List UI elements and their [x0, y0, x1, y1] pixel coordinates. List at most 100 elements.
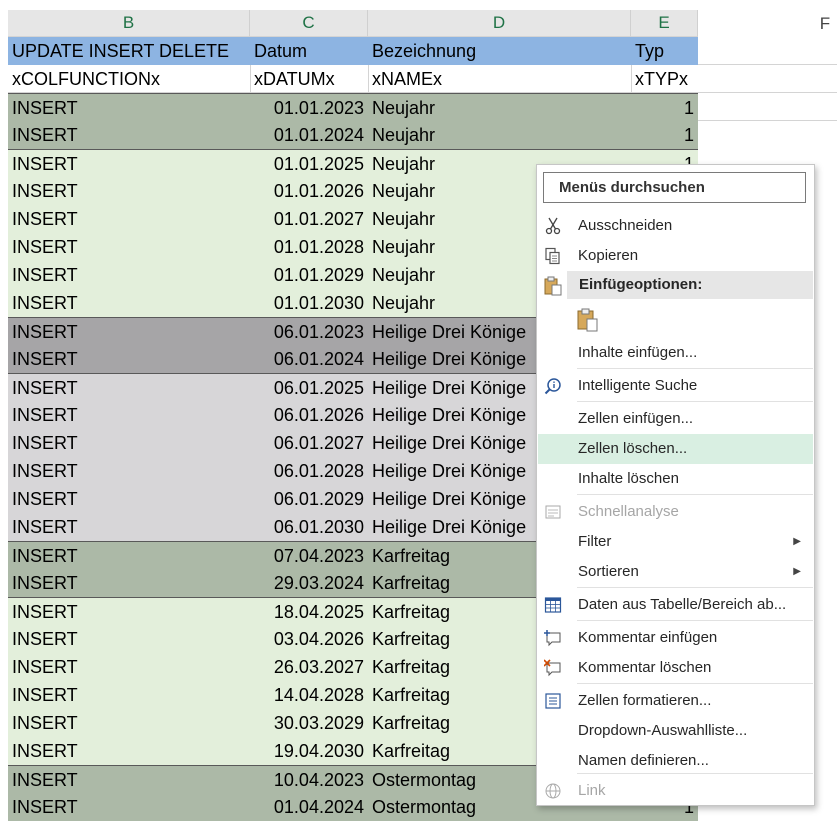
- cell-date[interactable]: 06.01.2025: [250, 374, 368, 402]
- cell-date[interactable]: 18.04.2025: [250, 598, 368, 626]
- table-row[interactable]: INSERT 01.01.2024 Neujahr 1: [8, 121, 698, 149]
- menu-item-cut[interactable]: Ausschneiden: [538, 211, 813, 241]
- menu-item-delete-comment[interactable]: Kommentar löschen: [538, 653, 813, 683]
- placeholder-cell-c[interactable]: xDATUMx: [250, 65, 368, 93]
- cell-type[interactable]: 1: [631, 94, 698, 122]
- menu-item-sort[interactable]: Sortieren ▶: [538, 557, 813, 587]
- cell-operation[interactable]: INSERT: [8, 289, 250, 317]
- menu-item-dropdown-list[interactable]: Dropdown-Auswahlliste...: [538, 716, 813, 746]
- menu-item-format-cells[interactable]: Zellen formatieren...: [538, 686, 813, 716]
- cell-date[interactable]: 01.01.2028: [250, 233, 368, 261]
- cell-date[interactable]: 06.01.2028: [250, 457, 368, 485]
- cell-type[interactable]: 1: [631, 121, 698, 149]
- cell-operation[interactable]: INSERT: [8, 653, 250, 681]
- menu-item-get-data[interactable]: Daten aus Tabelle/Bereich ab...: [538, 590, 813, 620]
- cell-operation[interactable]: INSERT: [8, 793, 250, 821]
- header-cell-d[interactable]: Bezeichnung: [368, 37, 631, 65]
- placeholder-row[interactable]: xCOLFUNCTIONx xDATUMx xNAMEx xTYPx: [8, 65, 698, 93]
- placeholder-cell-d[interactable]: xNAMEx: [368, 65, 631, 93]
- cell-date[interactable]: 26.03.2027: [250, 653, 368, 681]
- table-row[interactable]: INSERT 01.01.2023 Neujahr 1: [8, 93, 698, 121]
- cell-date[interactable]: 01.01.2027: [250, 205, 368, 233]
- cell-date[interactable]: 01.01.2029: [250, 261, 368, 289]
- column-header-d[interactable]: D: [368, 10, 631, 37]
- scissors-icon: [545, 217, 561, 235]
- placeholder-cell-e[interactable]: xTYPx: [631, 65, 698, 93]
- column-header-e[interactable]: E: [631, 10, 698, 37]
- cell-date[interactable]: 06.01.2027: [250, 429, 368, 457]
- cell-date[interactable]: 01.04.2024: [250, 793, 368, 821]
- menu-item-insert-comment[interactable]: Kommentar einfügen: [538, 623, 813, 653]
- cell-operation[interactable]: INSERT: [8, 177, 250, 205]
- cell-operation[interactable]: INSERT: [8, 318, 250, 346]
- column-header-c[interactable]: C: [250, 10, 368, 37]
- cell-operation[interactable]: INSERT: [8, 94, 250, 122]
- cell-date[interactable]: 07.04.2023: [250, 542, 368, 570]
- cell-date[interactable]: 01.01.2024: [250, 121, 368, 149]
- cell-date[interactable]: 03.04.2026: [250, 625, 368, 653]
- header-row[interactable]: UPDATE INSERT DELETE Datum Bezeichnung T…: [8, 37, 698, 65]
- cell-operation[interactable]: INSERT: [8, 429, 250, 457]
- cell-operation[interactable]: INSERT: [8, 121, 250, 149]
- menu-item-smart-lookup[interactable]: Intelligente Suche: [538, 371, 813, 401]
- menu-label-filter: Filter: [578, 533, 612, 550]
- header-cell-b[interactable]: UPDATE INSERT DELETE: [8, 37, 250, 65]
- placeholder-cell-b[interactable]: xCOLFUNCTIONx: [8, 65, 250, 93]
- cell-name[interactable]: Neujahr: [368, 94, 631, 122]
- cell-operation[interactable]: INSERT: [8, 737, 250, 765]
- cell-operation[interactable]: INSERT: [8, 569, 250, 597]
- cell-operation[interactable]: INSERT: [8, 150, 250, 178]
- cell-date[interactable]: 10.04.2023: [250, 766, 368, 794]
- menu-item-copy[interactable]: Kopieren: [538, 241, 813, 271]
- cell-date[interactable]: 06.01.2029: [250, 485, 368, 513]
- cell-operation[interactable]: INSERT: [8, 401, 250, 429]
- column-header-b[interactable]: B: [8, 10, 250, 37]
- cell-date[interactable]: 06.01.2026: [250, 401, 368, 429]
- menu-item-delete-cells[interactable]: Zellen löschen...: [538, 434, 813, 464]
- cell-operation[interactable]: INSERT: [8, 261, 250, 289]
- cell-date[interactable]: 29.03.2024: [250, 569, 368, 597]
- cell-operation[interactable]: INSERT: [8, 598, 250, 626]
- new-comment-icon: [544, 630, 561, 647]
- cell-date[interactable]: 01.01.2030: [250, 289, 368, 317]
- menu-item-paste-special[interactable]: Inhalte einfügen...: [538, 338, 813, 368]
- cell-operation[interactable]: INSERT: [8, 345, 250, 373]
- menu-item-quick-analysis[interactable]: Schnellanalyse: [538, 497, 813, 527]
- cell-operation[interactable]: INSERT: [8, 485, 250, 513]
- cell-date[interactable]: 14.04.2028: [250, 681, 368, 709]
- cell-operation[interactable]: INSERT: [8, 374, 250, 402]
- cell-operation[interactable]: INSERT: [8, 709, 250, 737]
- cell-date[interactable]: 06.01.2023: [250, 318, 368, 346]
- header-cell-e[interactable]: Typ: [631, 37, 698, 65]
- cell-operation[interactable]: INSERT: [8, 457, 250, 485]
- cell-date[interactable]: 30.03.2029: [250, 709, 368, 737]
- cell-operation[interactable]: INSERT: [8, 542, 250, 570]
- cell-operation[interactable]: INSERT: [8, 625, 250, 653]
- cell-operation[interactable]: INSERT: [8, 233, 250, 261]
- cell-operation[interactable]: INSERT: [8, 766, 250, 794]
- column-header-f[interactable]: F: [810, 10, 837, 37]
- link-icon: [545, 783, 561, 799]
- menu-item-define-name[interactable]: Namen definieren...: [538, 746, 813, 776]
- cell-date[interactable]: 01.01.2026: [250, 177, 368, 205]
- cell-operation[interactable]: INSERT: [8, 513, 250, 541]
- menu-search-box[interactable]: Menüs durchsuchen: [543, 172, 806, 203]
- menu-label-delete-comment: Kommentar löschen: [578, 659, 712, 676]
- menu-item-insert-cells[interactable]: Zellen einfügen...: [538, 404, 813, 434]
- paste-icon[interactable]: [577, 308, 599, 332]
- submenu-arrow-icon: ▶: [793, 566, 801, 577]
- cell-date[interactable]: 06.01.2030: [250, 513, 368, 541]
- submenu-arrow-icon: ▶: [793, 536, 801, 547]
- paste-options-header: Einfügeoptionen:: [567, 271, 813, 299]
- cell-operation[interactable]: INSERT: [8, 205, 250, 233]
- menu-item-clear-contents[interactable]: Inhalte löschen: [538, 464, 813, 494]
- menu-item-filter[interactable]: Filter ▶: [538, 527, 813, 557]
- cell-date[interactable]: 06.01.2024: [250, 345, 368, 373]
- cell-operation[interactable]: INSERT: [8, 681, 250, 709]
- menu-item-link[interactable]: Link: [538, 776, 813, 806]
- cell-date[interactable]: 19.04.2030: [250, 737, 368, 765]
- header-cell-c[interactable]: Datum: [250, 37, 368, 65]
- cell-date[interactable]: 01.01.2025: [250, 150, 368, 178]
- cell-name[interactable]: Neujahr: [368, 121, 631, 149]
- cell-date[interactable]: 01.01.2023: [250, 94, 368, 122]
